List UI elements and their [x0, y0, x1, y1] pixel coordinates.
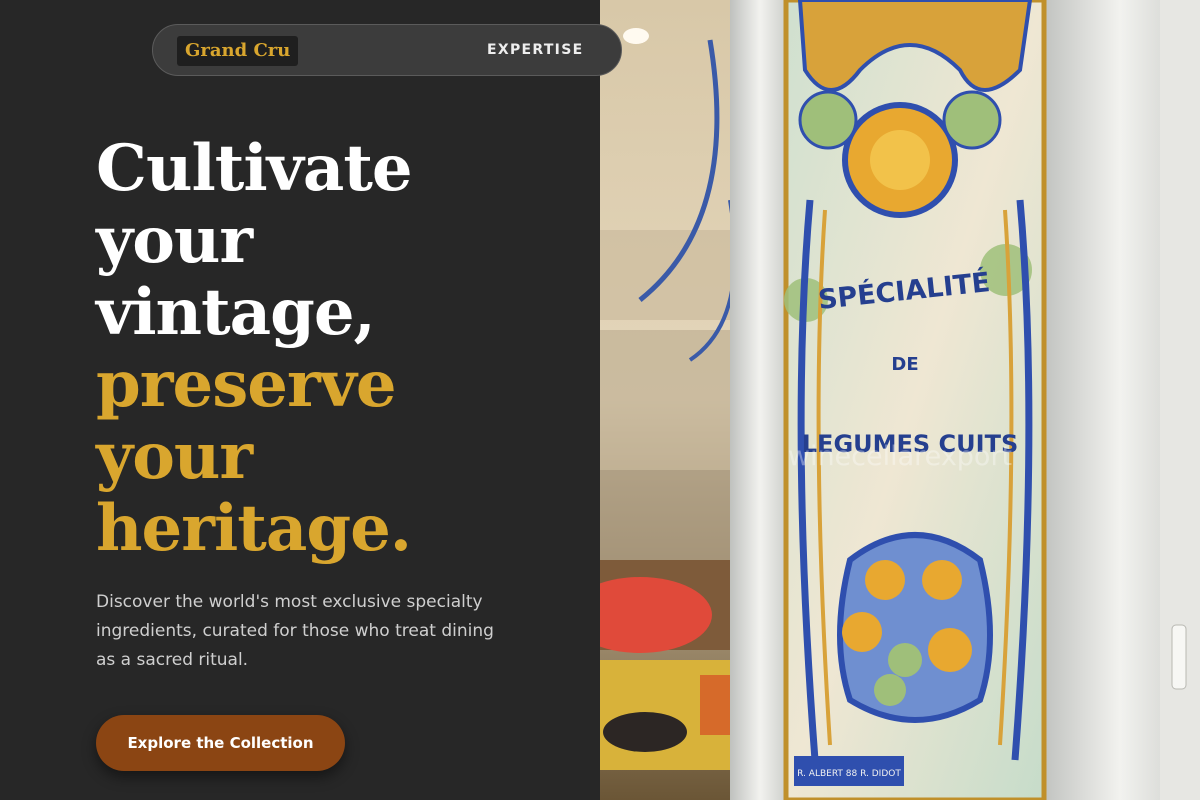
headline-accent-line: preserve	[96, 347, 397, 422]
top-nav: Grand Cru EXPERTISE	[152, 24, 622, 76]
hero-photo: SPÉCIALITÉ DE LEGUMES CUITS winecellarex…	[600, 0, 1200, 800]
hero-headline: Cultivate your vintage, preserve your he…	[96, 133, 596, 565]
sign-line: DE	[891, 354, 918, 375]
headline-line: your	[96, 203, 253, 278]
maker-plate: R. ALBERT 88 R. DIDOT	[797, 769, 901, 779]
headline-accent-line: your	[96, 419, 253, 494]
headline-line: Cultivate	[96, 131, 413, 206]
headline-line: vintage,	[96, 275, 376, 350]
site-logo[interactable]: Grand Cru	[177, 36, 299, 66]
image-watermark: winecellarexport	[788, 441, 1012, 472]
hero-subtext: Discover the world's most exclusive spec…	[96, 592, 494, 670]
headline-accent-line: heritage.	[96, 491, 412, 566]
nav-link-expertise[interactable]: EXPERTISE	[487, 25, 583, 75]
shop-window-image: SPÉCIALITÉ DE LEGUMES CUITS winecellarex…	[600, 0, 1200, 800]
hero-left-panel: Cultivate your vintage, preserve your he…	[0, 0, 600, 800]
explore-collection-button[interactable]: Explore the Collection	[96, 715, 345, 771]
